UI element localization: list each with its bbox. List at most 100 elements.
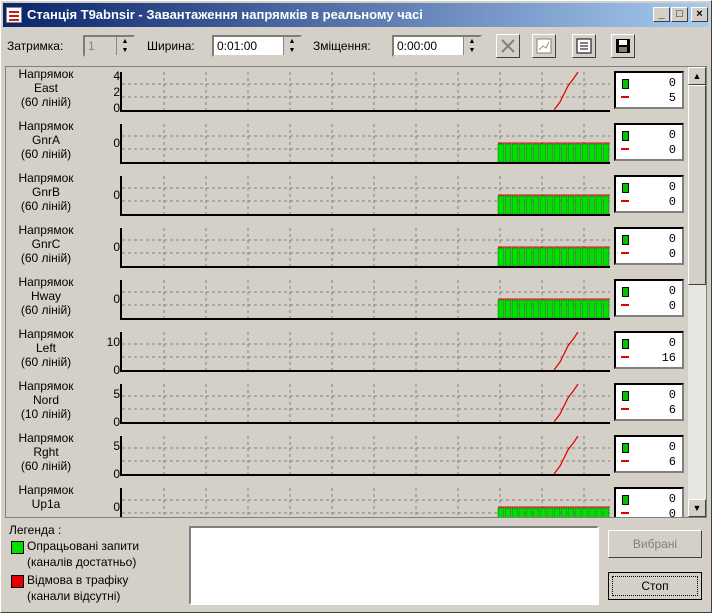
load-plot-svg: [122, 384, 610, 422]
processed-value: 0: [668, 232, 676, 246]
direction-row[interactable]: Напрямок GnrA (60 ліній) 0 0 0: [6, 119, 686, 171]
processed-bar: [574, 143, 582, 162]
direction-row[interactable]: Напрямок Left (60 ліній) 10 0 0 16: [6, 327, 686, 379]
direction-label-line: (60 ліній): [20, 355, 72, 369]
message-box[interactable]: [189, 526, 599, 605]
processed-bar: [546, 299, 554, 318]
processed-bar: [553, 299, 561, 318]
processed-bar: [546, 507, 554, 517]
delay-stepper[interactable]: 1 ▲ ▼: [83, 35, 135, 57]
stop-button[interactable]: Стоп: [608, 572, 702, 600]
up-arrow-icon[interactable]: ▲: [117, 37, 133, 46]
axis-tick-label: 0: [113, 363, 120, 377]
processed-bar: [602, 299, 610, 318]
title-bar[interactable]: Станція T9abnsir - Завантаження напрямкі…: [3, 3, 709, 27]
processed-value: 0: [668, 284, 676, 298]
processed-bar: [553, 247, 561, 266]
legend-ok-swatch: [11, 541, 24, 554]
processed-value: 0: [668, 180, 676, 194]
refusal-marker-icon: [621, 252, 629, 254]
direction-label-line: Напрямок: [18, 119, 74, 133]
load-plot-svg: [122, 124, 610, 162]
direction-label: Напрямок Rght (60 ліній): [6, 431, 86, 473]
legend-ok-label: Опрацьовані запити: [27, 539, 140, 553]
cross-icon: [501, 39, 515, 53]
value-box: 05: [614, 71, 684, 109]
delay-stepper-arrows[interactable]: ▲ ▼: [116, 37, 133, 55]
axis-tick-label: 0: [113, 136, 120, 150]
scroll-thumb[interactable]: [688, 85, 706, 285]
maximize-button[interactable]: □: [671, 7, 688, 22]
processed-bar: [525, 143, 533, 162]
directions-list[interactable]: Напрямок East (60 ліній) 4 2 0 0 5 Напрямок GnrA(…: [5, 66, 707, 518]
axis-tick-label: 4: [113, 69, 120, 83]
refusal-marker-icon: [621, 356, 629, 358]
processed-bar: [581, 143, 589, 162]
processed-bar: [539, 143, 547, 162]
up-arrow-icon[interactable]: ▲: [284, 37, 300, 46]
processed-bar: [539, 195, 547, 214]
direction-label-line: Nord: [32, 393, 59, 407]
direction-label-line: (60 ліній): [20, 199, 72, 213]
processed-bar: [497, 143, 505, 162]
direction-label-line: GnrB: [31, 185, 60, 199]
direction-row[interactable]: Напрямок GnrC (60 ліній) 0 0 0: [6, 223, 686, 275]
refusal-value: 0: [668, 247, 676, 261]
direction-row[interactable]: Напрямок GnrB (60 ліній) 0 0 0: [6, 171, 686, 223]
down-arrow-icon[interactable]: ▼: [117, 46, 133, 55]
down-arrow-icon[interactable]: ▼: [464, 46, 480, 55]
direction-label-line: (60 ліній): [20, 147, 72, 161]
direction-label-line: Напрямок: [18, 223, 74, 237]
processed-bar: [581, 507, 589, 517]
scroll-down-icon[interactable]: ▼: [688, 499, 706, 517]
direction-row[interactable]: Напрямок Nord (10 ліній) 5 0 0 6: [6, 379, 686, 431]
up-arrow-icon[interactable]: ▲: [464, 37, 480, 46]
close-button[interactable]: ×: [691, 7, 708, 22]
refusal-line: [553, 436, 579, 474]
refusal-line: [553, 72, 579, 110]
chart-button[interactable]: [532, 34, 556, 58]
processed-value: 0: [668, 336, 676, 350]
load-plot: [120, 332, 610, 372]
processed-bar: [588, 143, 596, 162]
processed-bar: [532, 195, 540, 214]
width-stepper[interactable]: 0:01:00 ▲ ▼: [212, 35, 302, 57]
clear-button[interactable]: [496, 34, 520, 58]
selected-button[interactable]: Вибрані: [608, 530, 702, 558]
processed-bar: [539, 247, 547, 266]
direction-row[interactable]: Напрямок Hway (60 ліній) 0 0 0: [6, 275, 686, 327]
processed-bar: [574, 299, 582, 318]
offset-stepper-arrows[interactable]: ▲ ▼: [463, 37, 480, 55]
vertical-scrollbar[interactable]: ▲ ▼: [688, 67, 706, 517]
minimize-button[interactable]: _: [653, 7, 670, 22]
axis-tick-label: 0: [113, 101, 120, 115]
processed-bar: [553, 195, 561, 214]
axis-tick-label: 5: [113, 387, 120, 401]
direction-row[interactable]: Напрямок East (60 ліній) 4 2 0 0 5: [6, 67, 686, 119]
axis-tick-label: 2: [113, 85, 120, 99]
processed-value: 0: [668, 128, 676, 142]
processed-bar: [511, 143, 519, 162]
down-arrow-icon[interactable]: ▼: [284, 46, 300, 55]
processed-bar: [532, 299, 540, 318]
list-button[interactable]: [572, 34, 596, 58]
processed-bar: [574, 507, 582, 517]
direction-label-line: Hway: [30, 289, 61, 303]
processed-bar: [546, 195, 554, 214]
save-button[interactable]: [611, 34, 635, 58]
load-plot: [120, 488, 610, 517]
direction-row[interactable]: Напрямок Up1a 0 0 0: [6, 483, 686, 517]
processed-bar: [518, 247, 526, 266]
direction-label-line: (10 ліній): [20, 407, 72, 421]
processed-marker-icon: [622, 131, 629, 141]
processed-bar: [560, 247, 568, 266]
legend-fail-swatch: [11, 575, 24, 588]
scroll-up-icon[interactable]: ▲: [688, 67, 706, 85]
direction-row[interactable]: Напрямок Rght (60 ліній) 5 0 0 6: [6, 431, 686, 483]
offset-stepper[interactable]: 0:00:00 ▲ ▼: [392, 35, 482, 57]
value-box: 00: [614, 279, 684, 317]
processed-bar: [595, 195, 603, 214]
processed-bar: [567, 507, 575, 517]
width-stepper-arrows[interactable]: ▲ ▼: [283, 37, 300, 55]
direction-label-line: (60 ліній): [20, 303, 72, 317]
